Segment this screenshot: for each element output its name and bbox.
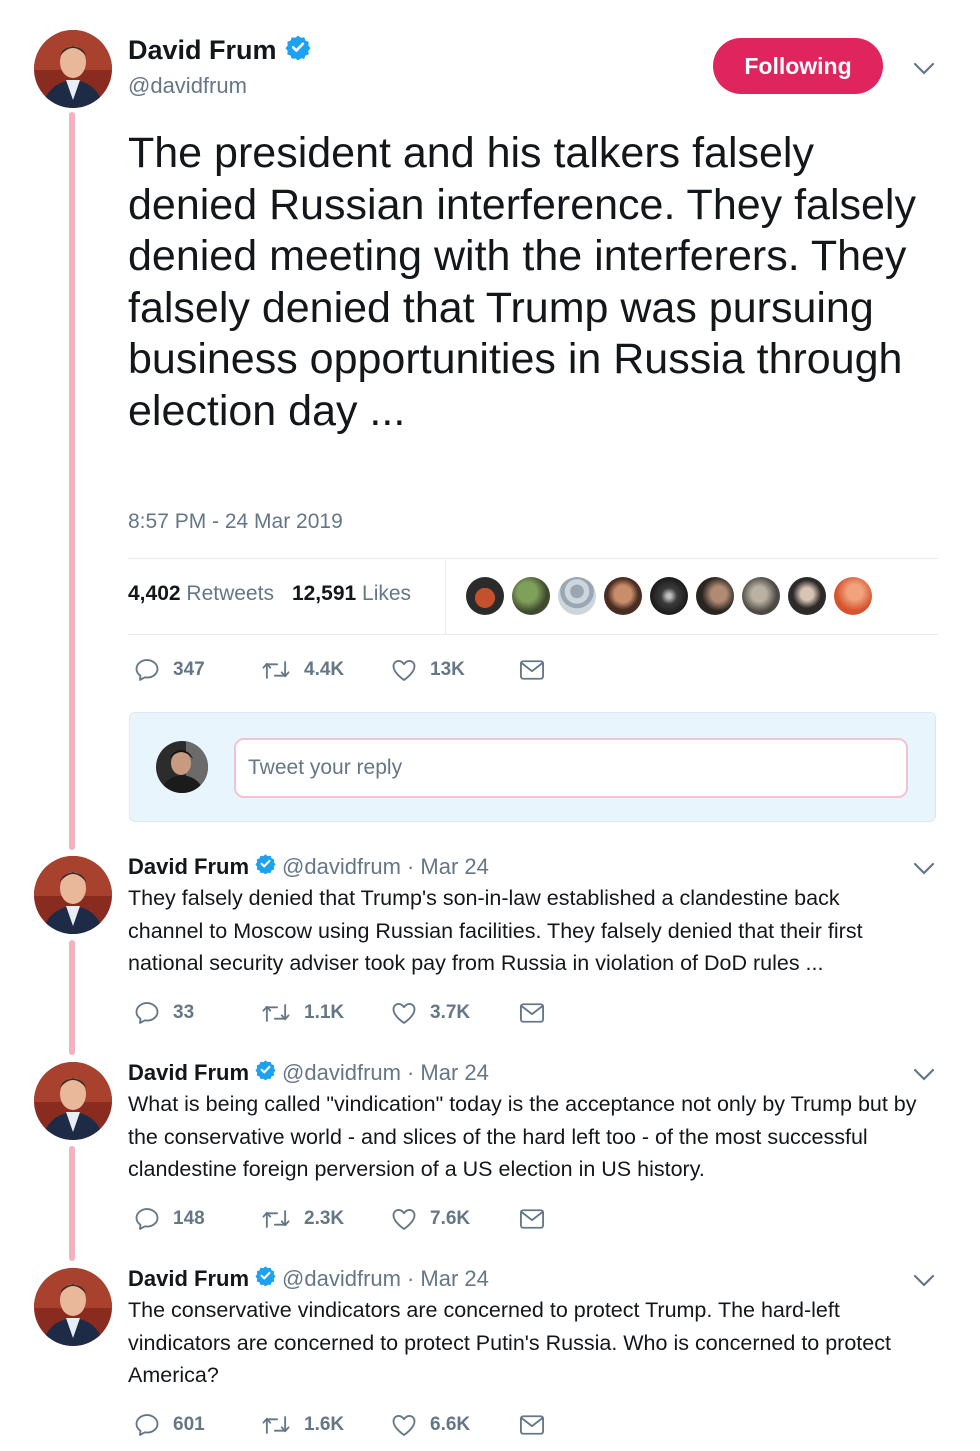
reply-icon [133, 1411, 161, 1439]
avatar[interactable] [34, 30, 112, 108]
retweet-button[interactable]: 4.4K [260, 656, 390, 684]
direct-message-button[interactable] [518, 1412, 546, 1438]
liker-avatar[interactable] [696, 577, 734, 615]
avatar[interactable] [34, 1268, 112, 1346]
liker-avatar[interactable] [650, 577, 688, 615]
tweet-text: The conservative vindicators are concern… [128, 1298, 891, 1387]
thread-line [69, 940, 75, 1055]
verified-badge-icon [285, 34, 311, 67]
retweet-button[interactable]: 1.6K [260, 1411, 390, 1439]
like-button[interactable]: 7.6K [390, 1205, 518, 1233]
author-name[interactable]: David Frum [128, 34, 311, 67]
reply-icon [133, 999, 161, 1027]
retweet-button[interactable]: 2.3K [260, 1205, 390, 1233]
tweet-text: They falsely denied that Trump's son-in-… [128, 886, 863, 975]
verified-badge-icon [255, 1265, 276, 1292]
tweet-header: David Frum @davidfrum · Mar 24 [128, 853, 489, 880]
chevron-down-icon[interactable] [913, 56, 935, 82]
retweet-icon [260, 1205, 292, 1233]
liker-avatar[interactable] [788, 577, 826, 615]
reply-button[interactable]: 347 [133, 656, 260, 684]
liker-avatar[interactable] [834, 577, 872, 615]
liker-avatar[interactable] [604, 577, 642, 615]
direct-message-button[interactable] [518, 1000, 546, 1026]
heart-icon [390, 999, 418, 1027]
author-name[interactable]: David Frum [128, 854, 249, 880]
liker-avatar[interactable] [512, 577, 550, 615]
tweet-header: David Frum @davidfrum · Mar 24 [128, 1265, 489, 1292]
direct-message-button[interactable] [518, 1206, 546, 1232]
divider [128, 558, 938, 559]
reply-button[interactable]: 33 [133, 999, 260, 1027]
avatar[interactable] [34, 1062, 112, 1140]
tweet-actions: 601 1.6K 6.6K [133, 1411, 546, 1439]
tweet-date[interactable]: · Mar 24 [407, 854, 489, 880]
tweet-actions: 347 4.4K 13K [133, 656, 546, 684]
retweet-icon [260, 656, 292, 684]
chevron-down-icon[interactable] [913, 1274, 935, 1293]
author-handle[interactable]: @davidfrum [282, 854, 401, 880]
reply-icon [133, 1205, 161, 1233]
retweets-stat[interactable]: 4,402 Retweets [128, 582, 274, 606]
author-handle[interactable]: @davidfrum [282, 1266, 401, 1292]
retweet-button[interactable]: 1.1K [260, 999, 390, 1027]
reply-button[interactable]: 601 [133, 1411, 260, 1439]
envelope-icon [518, 657, 546, 683]
reply-input[interactable] [234, 738, 908, 798]
engagement-stats: 4,402 Retweets 12,591 Likes [128, 582, 411, 606]
envelope-icon [518, 1412, 546, 1438]
direct-message-button[interactable] [518, 657, 546, 683]
tweet-timestamp[interactable]: 8:57 PM - 24 Mar 2019 [128, 510, 343, 534]
envelope-icon [518, 1206, 546, 1232]
author-name[interactable]: David Frum [128, 1266, 249, 1292]
verified-badge-icon [255, 853, 276, 880]
heart-icon [390, 1205, 418, 1233]
liker-avatar[interactable] [742, 577, 780, 615]
avatar[interactable] [34, 856, 112, 934]
retweet-icon [260, 999, 292, 1027]
thread-line [69, 112, 75, 850]
like-button[interactable]: 3.7K [390, 999, 518, 1027]
following-button[interactable]: Following [713, 38, 883, 94]
tweet-text: The president and his talkers falsely de… [128, 129, 916, 435]
retweet-icon [260, 1411, 292, 1439]
reply-icon [133, 656, 161, 684]
chevron-down-icon[interactable] [913, 1068, 935, 1087]
tweet-text: What is being called "vindication" today… [128, 1092, 917, 1181]
tweet-header: David Frum @davidfrum · Mar 24 [128, 1059, 489, 1086]
liker-avatar[interactable] [558, 577, 596, 615]
divider [128, 634, 938, 635]
user-avatar[interactable] [156, 741, 208, 793]
tweet-actions: 33 1.1K 3.7K [133, 999, 546, 1027]
tweet-actions: 148 2.3K 7.6K [133, 1205, 546, 1233]
like-button[interactable]: 6.6K [390, 1411, 518, 1439]
tweet-date[interactable]: · Mar 24 [407, 1060, 489, 1086]
verified-badge-icon [255, 1059, 276, 1086]
likers-avatars [466, 577, 872, 615]
thread-line [69, 1146, 75, 1261]
liker-avatar[interactable] [466, 577, 504, 615]
tweet-date[interactable]: · Mar 24 [407, 1266, 489, 1292]
chevron-down-icon[interactable] [913, 862, 935, 881]
envelope-icon [518, 1000, 546, 1026]
like-button[interactable]: 13K [390, 656, 518, 684]
author-name[interactable]: David Frum [128, 1060, 249, 1086]
author-handle[interactable]: @davidfrum [282, 1060, 401, 1086]
reply-button[interactable]: 148 [133, 1205, 260, 1233]
author-handle[interactable]: @davidfrum [128, 73, 247, 99]
heart-icon [390, 656, 418, 684]
heart-icon [390, 1411, 418, 1439]
divider [445, 560, 446, 634]
likes-stat[interactable]: 12,591 Likes [292, 582, 411, 606]
